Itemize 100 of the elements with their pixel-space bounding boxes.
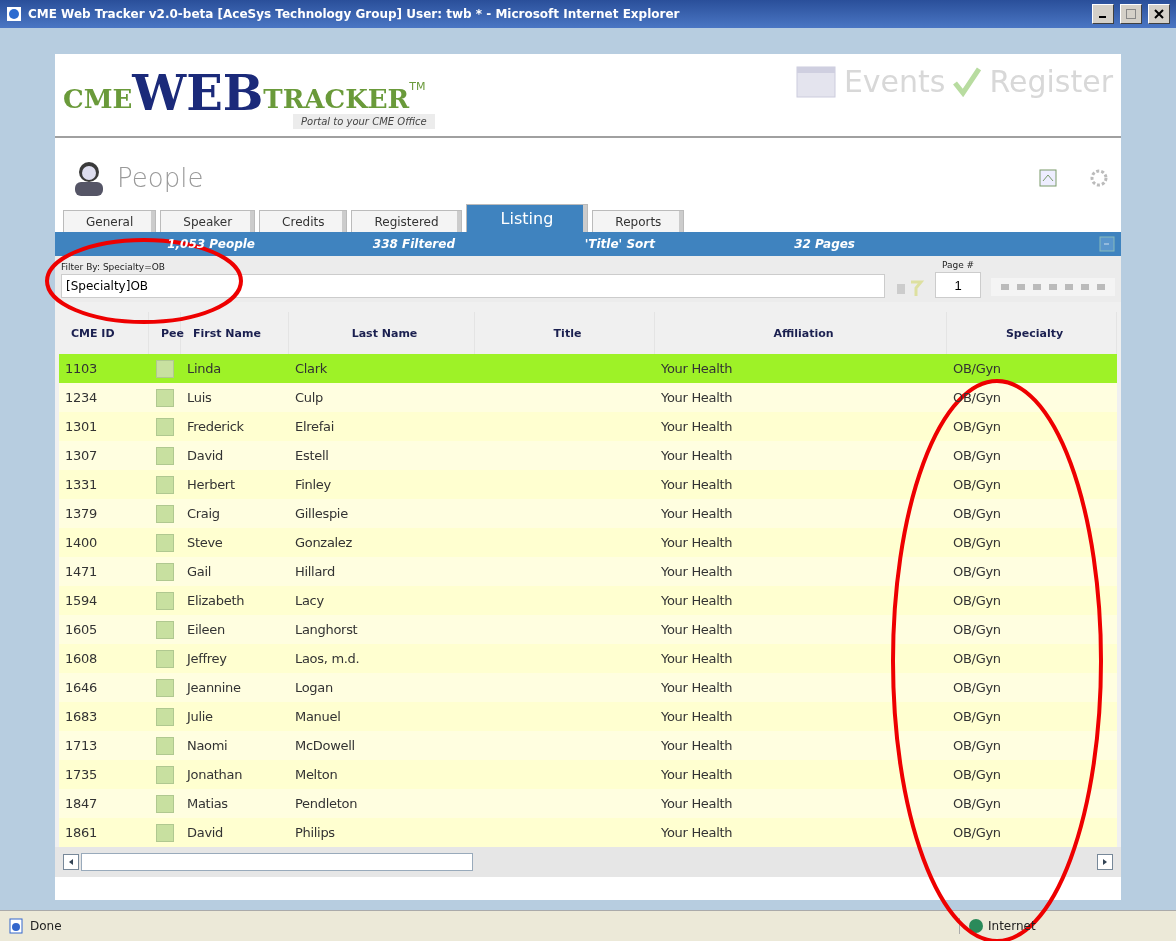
table-cell-text: Jeannine (185, 679, 242, 697)
checkbox[interactable] (156, 446, 174, 465)
table-cell-text: Gillespie (294, 505, 349, 523)
table-row[interactable]: 1307 David Estell Your Health OB/Gyn (59, 441, 1117, 470)
table-row[interactable]: 1608 Jeffrey Laos, m.d. Your Health OB/Gyn (59, 644, 1117, 673)
table-cell-text: Your Health (660, 650, 734, 668)
scroll-right-button[interactable] (1097, 854, 1113, 870)
tab[interactable]: Reports (592, 210, 685, 232)
ie-icon (6, 6, 22, 22)
table-row[interactable]: 1713 Naomi McDowell Your Health OB/Gyn (59, 731, 1117, 760)
tab[interactable]: General (63, 210, 157, 232)
section-title: People (117, 163, 204, 193)
summary-text: 338 Filtered (371, 237, 455, 251)
checkbox[interactable] (156, 388, 174, 407)
table-cell-text: Your Health (660, 534, 734, 552)
filter-field[interactable]: [Specialty]OB (61, 274, 885, 298)
table-cell-text: David (186, 824, 225, 842)
page-field[interactable]: 1 (935, 272, 981, 298)
right-arrow-icon (1102, 859, 1108, 865)
logo-text: WEB (132, 72, 264, 114)
table-cell-text: Herbert (186, 476, 236, 494)
checkbox[interactable] (156, 620, 174, 639)
table-cell-text: Lacy (294, 592, 325, 610)
checkbox[interactable] (156, 475, 174, 494)
table-cell-text: OB/Gyn (952, 447, 1002, 465)
table-cell-text: Gail (186, 563, 213, 581)
tagline: Portal to your CME Office (293, 114, 435, 129)
table-cell-text: OB/Gyn (952, 650, 1002, 668)
table-row[interactable]: 1735 Jonathan Melton Your Health OB/Gyn (59, 760, 1117, 789)
table-cell-text: 1735 (64, 766, 98, 784)
table-row[interactable]: 1400 Steve Gonzalez Your Health OB/Gyn (59, 528, 1117, 557)
checkbox[interactable] (156, 794, 174, 813)
checkbox[interactable] (156, 649, 174, 668)
checkbox[interactable] (156, 823, 174, 842)
table-cell-text: Your Health (660, 708, 734, 726)
table-cell-text: Your Health (660, 447, 734, 465)
table-cell-text: 1594 (64, 592, 98, 610)
checkbox[interactable] (156, 562, 174, 581)
table-cell-text: Steve (186, 534, 224, 552)
table-row[interactable]: 1594 Elizabeth Lacy Your Health OB/Gyn (59, 586, 1117, 615)
scroll-left-button[interactable] (63, 854, 79, 870)
table-cell-text: Logan (294, 679, 334, 697)
tab[interactable]: Listing (465, 204, 589, 232)
scrollbar-thumb[interactable] (81, 853, 473, 871)
summary-text: 32 Pages (793, 237, 855, 251)
tab[interactable]: Speaker (160, 210, 256, 232)
checkbox[interactable] (156, 707, 174, 726)
table-cell-text: 1379 (64, 505, 98, 523)
table-cell-text: Jonathan (185, 766, 244, 784)
table-cell-text: OB/Gyn (952, 505, 1002, 523)
table-row[interactable]: 1646 Jeannine Logan Your Health OB/Gyn (59, 673, 1117, 702)
table-cell-text: 1301 (64, 418, 98, 436)
table-cell-text: Elizabeth (186, 592, 246, 610)
table-cell-text: Your Health (660, 563, 734, 581)
table-cell-text: OB/Gyn (952, 534, 1002, 552)
table-cell-text: Julie (185, 708, 214, 726)
table-row[interactable]: 1847 Matias Pendleton Your Health OB/Gyn (59, 789, 1117, 818)
table-row[interactable]: 1301 Frederick Elrefai Your Health OB/Gyn (59, 412, 1117, 441)
checkbox[interactable] (156, 359, 174, 378)
table-cell-text: Gonzalez (294, 534, 354, 552)
table-row[interactable]: 1471 Gail Hillard Your Health OB/Gyn (59, 557, 1117, 586)
tab[interactable]: Credits (259, 210, 348, 232)
checkbox[interactable] (156, 736, 174, 755)
minimize-button[interactable] (1092, 4, 1114, 24)
table-cell-text: Jeffrey (185, 650, 228, 668)
checkbox[interactable] (156, 504, 174, 523)
table-row[interactable]: 1605 Eileen Langhorst Your Health OB/Gyn (59, 615, 1117, 644)
table-row[interactable]: 1379 Craig Gillespie Your Health OB/Gyn (59, 499, 1117, 528)
table-cell-text: OB/Gyn (952, 563, 1002, 581)
gear-icon (1089, 168, 1109, 188)
table-cell-text: Philips (294, 824, 336, 842)
table-cell-text: 1608 (64, 650, 98, 668)
table-cell-text: Estell (294, 447, 330, 465)
window-title: CME Web Tracker v2.0-beta [AceSys Technology Group] User: twb * - Microsoft Internet Explorer (28, 7, 681, 21)
page-label: Page # (941, 260, 975, 270)
table-row[interactable]: 1331 Herbert Finley Your Health OB/Gyn (59, 470, 1117, 499)
table-cell-text: 1713 (64, 737, 98, 755)
table-cell-text: OB/Gyn (952, 824, 1002, 842)
table-cell-text: Your Health (660, 766, 734, 784)
tab[interactable]: Registered (351, 210, 462, 232)
table-cell-text: Your Health (660, 418, 734, 436)
close-button[interactable] (1148, 4, 1170, 24)
table-cell-text: Your Health (660, 476, 734, 494)
table-cell-text: OB/Gyn (952, 766, 1002, 784)
table-row[interactable]: 1861 David Philips Your Health OB/Gyn (59, 818, 1117, 847)
table-row[interactable]: 1683 Julie Manuel Your Health OB/Gyn (59, 702, 1117, 731)
checkbox[interactable] (156, 765, 174, 784)
table-cell-text: Your Health (660, 679, 734, 697)
maximize-button[interactable] (1120, 4, 1142, 24)
checkbox[interactable] (156, 678, 174, 697)
collapse-icon (1099, 236, 1115, 252)
table-row[interactable]: 1103 Linda Clark Your Health OB/Gyn (59, 354, 1117, 383)
checkbox[interactable] (156, 591, 174, 610)
checkbox[interactable] (156, 417, 174, 436)
table-cell-text: Hillard (294, 563, 336, 581)
table-cell-text: OB/Gyn (952, 360, 1002, 378)
globe-icon (968, 918, 984, 934)
table-cell-text: 1234 (64, 389, 98, 407)
page-icon (8, 918, 24, 934)
checkbox[interactable] (156, 533, 174, 552)
